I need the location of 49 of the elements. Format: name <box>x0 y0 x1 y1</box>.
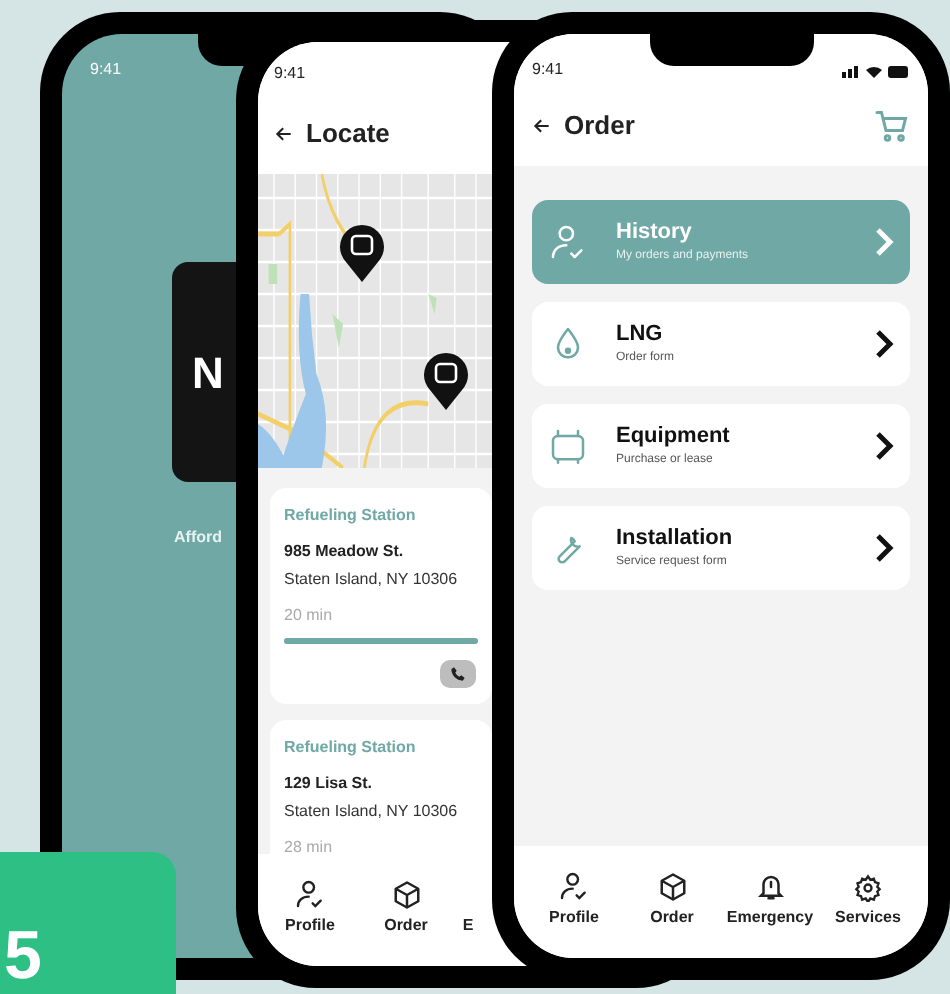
station-city: Staten Island, NY 10306 <box>284 567 458 591</box>
splash-title: N <box>192 345 224 401</box>
status-time: 9:41 <box>90 58 122 82</box>
station-eta: 20 min <box>284 603 333 627</box>
box-icon <box>657 872 687 902</box>
station-card[interactable]: Refueling Station 129 Lisa St. Staten Island, NY 10306 28 min <box>270 719 492 854</box>
chevron-icon <box>874 431 894 459</box>
tank-icon <box>548 425 588 465</box>
chevron-icon <box>874 329 894 357</box>
item-title: Installation <box>616 523 735 554</box>
chevron-icon <box>874 227 894 255</box>
nav-tab[interactable]: Order <box>624 862 720 930</box>
badge-number: 5 <box>4 918 42 994</box>
user-icon <box>558 870 590 902</box>
nav-tab[interactable]: E <box>454 870 482 938</box>
phone-icon <box>450 665 466 681</box>
item-title: Equipment <box>616 421 732 452</box>
tagline: Afford <box>174 526 222 550</box>
station-city: Staten Island, NY 10306 <box>284 799 458 823</box>
bell-icon <box>755 872 785 902</box>
map-pin-icon <box>338 221 386 281</box>
status-time: 9:41 <box>274 62 306 86</box>
back-arrow-icon[interactable] <box>532 115 552 136</box>
nav-tab[interactable]: Services <box>820 862 916 930</box>
nav-tab[interactable]: Emergency <box>722 862 818 930</box>
call-button[interactable] <box>440 659 476 687</box>
back-arrow-icon[interactable] <box>274 123 294 144</box>
box-icon <box>391 880 421 910</box>
user-check-icon <box>548 221 588 261</box>
chevron-icon <box>874 533 894 561</box>
item-title: LNG <box>616 319 665 350</box>
nav-tab[interactable]: Order <box>358 870 454 938</box>
item-title: History <box>616 217 694 248</box>
nav-tab[interactable]: Profile <box>262 870 358 938</box>
station-eta: 28 min <box>284 835 333 854</box>
station-label: Refueling Station <box>284 735 416 759</box>
cart-icon[interactable] <box>874 107 910 144</box>
user-icon <box>294 878 326 910</box>
status-icons <box>842 63 910 77</box>
status-time: 9:41 <box>532 58 564 82</box>
station-street: 985 Meadow St. <box>284 539 404 563</box>
settings-icon <box>854 874 882 902</box>
station-label: Refueling Station <box>284 503 416 527</box>
screen-title: Order <box>564 108 635 144</box>
map-pin-icon <box>422 349 470 409</box>
nav-tab[interactable]: Profile <box>526 862 622 930</box>
screen-title: Locate <box>306 116 390 152</box>
station-card[interactable]: Refueling Station 985 Meadow St. Staten Island, NY 10306 20 min <box>270 487 492 703</box>
station-street: 129 Lisa St. <box>284 771 373 795</box>
